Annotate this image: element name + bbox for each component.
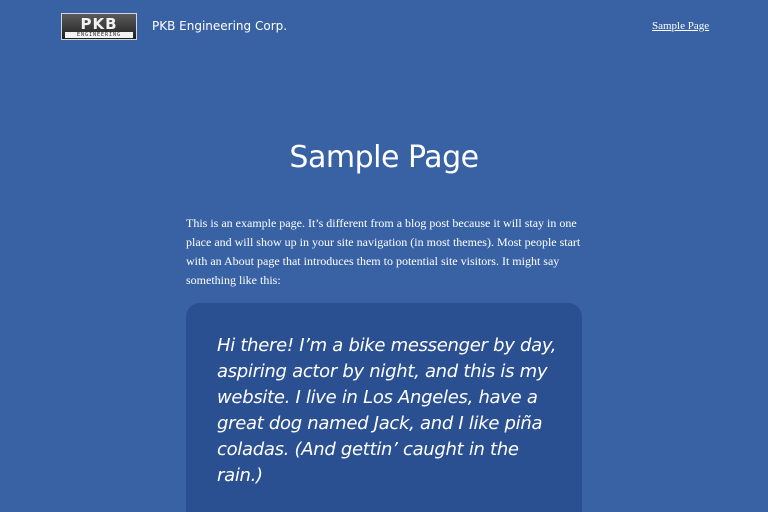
logo-subtext: ENGINEERING xyxy=(65,32,133,38)
intro-paragraph: This is an example page. It’s different … xyxy=(186,216,581,287)
pullquote-block: Hi there! I’m a bike messenger by day, a… xyxy=(186,303,582,512)
company-logo[interactable]: PKB ENGINEERING xyxy=(61,13,137,40)
site-header: PKB ENGINEERING PKB Engineering Corp. Sa… xyxy=(0,0,768,54)
page-title: Sample Page xyxy=(289,140,479,175)
nav-link-sample-page[interactable]: Sample Page xyxy=(652,19,709,33)
logo-text: PKB xyxy=(80,15,118,33)
site-title[interactable]: PKB Engineering Corp. xyxy=(152,18,287,34)
pullquote-text: Hi there! I’m a bike messenger by day, a… xyxy=(217,335,557,486)
